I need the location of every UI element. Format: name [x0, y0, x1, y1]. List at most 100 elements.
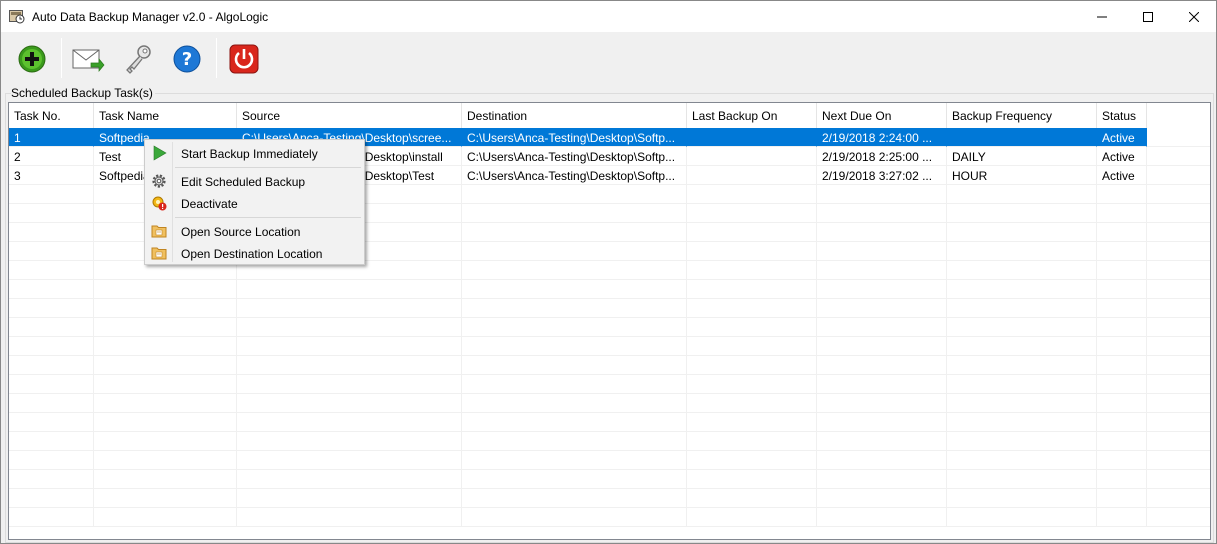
table-cell: 2/19/2018 2:24:00 ...	[817, 128, 947, 147]
play-icon	[153, 145, 167, 161]
table-cell	[947, 242, 1097, 261]
table-cell-filler	[1147, 166, 1210, 185]
column-header-destination[interactable]: Destination	[462, 103, 687, 128]
table-cell	[1097, 337, 1147, 356]
table-cell	[817, 242, 947, 261]
maximize-icon	[1143, 11, 1153, 22]
table-cell-filler	[1147, 470, 1210, 489]
table-cell	[9, 299, 94, 318]
table-cell	[687, 375, 817, 394]
table-cell-filler	[1147, 261, 1210, 280]
table-cell	[817, 223, 947, 242]
table-cell: 2/19/2018 2:25:00 ...	[817, 147, 947, 166]
table-cell	[687, 451, 817, 470]
table-cell: 2/19/2018 3:27:02 ...	[817, 166, 947, 185]
table-cell	[94, 318, 237, 337]
table-cell	[237, 451, 462, 470]
table-cell	[9, 394, 94, 413]
app-window: Auto Data Backup Manager v2.0 - AlgoLogi…	[0, 0, 1217, 544]
table-cell	[687, 166, 817, 185]
table-cell: Active	[1097, 128, 1147, 147]
table-cell	[817, 394, 947, 413]
table-cell	[1097, 242, 1147, 261]
email-button[interactable]	[68, 39, 108, 79]
table-cell	[947, 299, 1097, 318]
menu-item-edit-backup[interactable]: Edit Scheduled Backup	[147, 170, 363, 192]
table-cell	[237, 337, 462, 356]
table-cell	[687, 223, 817, 242]
table-cell	[947, 356, 1097, 375]
table-cell	[1097, 413, 1147, 432]
table-cell	[817, 261, 947, 280]
column-header-last-backup[interactable]: Last Backup On	[687, 103, 817, 128]
table-cell	[9, 280, 94, 299]
table-cell	[9, 204, 94, 223]
table-cell	[94, 280, 237, 299]
table-cell	[462, 204, 687, 223]
table-cell	[1097, 489, 1147, 508]
table-cell	[947, 375, 1097, 394]
table-cell	[687, 280, 817, 299]
table-cell	[817, 470, 947, 489]
table-cell	[817, 204, 947, 223]
column-header-task-no[interactable]: Task No.	[9, 103, 94, 128]
table-cell: HOUR	[947, 166, 1097, 185]
table-cell	[9, 318, 94, 337]
table-cell	[9, 337, 94, 356]
table-cell	[1097, 508, 1147, 527]
table-cell	[1097, 432, 1147, 451]
add-task-button[interactable]	[12, 39, 52, 79]
table-row-empty	[9, 318, 1210, 337]
table-cell	[462, 185, 687, 204]
column-header-source[interactable]: Source	[237, 103, 462, 128]
maximize-button[interactable]	[1125, 1, 1171, 32]
add-icon	[18, 45, 46, 73]
table-cell	[687, 299, 817, 318]
table-cell	[462, 508, 687, 527]
menu-item-deactivate[interactable]: Deactivate	[147, 192, 363, 214]
table-cell	[687, 356, 817, 375]
column-header-frequency[interactable]: Backup Frequency	[947, 103, 1097, 128]
table-cell	[1097, 394, 1147, 413]
menu-item-open-destination[interactable]: Open Destination Location	[147, 242, 363, 264]
table-cell	[947, 432, 1097, 451]
table-row-empty	[9, 356, 1210, 375]
table-row-empty	[9, 451, 1210, 470]
table-row-empty	[9, 508, 1210, 527]
table-cell	[237, 432, 462, 451]
key-button[interactable]	[118, 39, 158, 79]
table-cell: 2	[9, 147, 94, 166]
close-button[interactable]	[1171, 1, 1217, 32]
column-header-next-due[interactable]: Next Due On	[817, 103, 947, 128]
table-cell	[94, 508, 237, 527]
table-cell	[462, 318, 687, 337]
table-cell-filler	[1147, 508, 1210, 527]
table-cell-filler	[1147, 432, 1210, 451]
table-cell	[462, 413, 687, 432]
email-icon	[72, 49, 105, 72]
table-cell-filler	[1147, 147, 1210, 166]
table-cell: C:\Users\Anca-Testing\Desktop\Softp...	[462, 166, 687, 185]
menu-item-label: Open Source Location	[181, 225, 301, 239]
column-header-status[interactable]: Status	[1097, 103, 1147, 128]
table-cell	[687, 204, 817, 223]
table-cell	[687, 508, 817, 527]
column-header-task-name[interactable]: Task Name	[94, 103, 237, 128]
menu-item-label: Deactivate	[181, 197, 238, 211]
app-icon	[9, 10, 25, 24]
table-cell	[947, 128, 1097, 147]
table-cell	[9, 432, 94, 451]
table-cell	[687, 185, 817, 204]
table-cell	[9, 356, 94, 375]
table-cell-filler	[1147, 318, 1210, 337]
table-cell	[462, 375, 687, 394]
menu-item-open-source[interactable]: Open Source Location	[147, 220, 363, 242]
exit-button[interactable]	[224, 39, 264, 79]
key-icon	[126, 45, 151, 74]
table-cell	[462, 337, 687, 356]
table-cell	[947, 489, 1097, 508]
table-cell	[94, 432, 237, 451]
help-button[interactable]: ?	[167, 39, 207, 79]
menu-item-start-backup[interactable]: Start Backup Immediately	[147, 142, 363, 164]
minimize-button[interactable]	[1079, 1, 1125, 32]
